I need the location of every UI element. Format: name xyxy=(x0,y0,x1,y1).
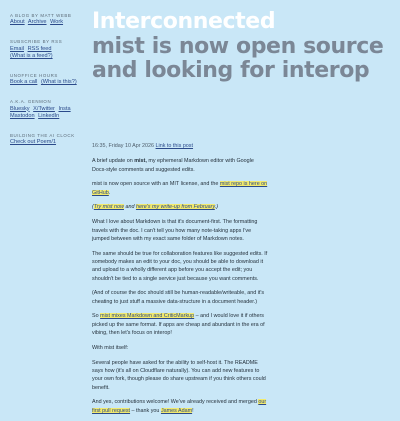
p10-text-b: – thank you xyxy=(130,407,161,414)
criticmarkup-link[interactable]: mist mixes Markdown and CriticMarkup xyxy=(100,313,195,320)
p1-text-a: A brief update on xyxy=(92,158,135,165)
archive-link[interactable]: Archive xyxy=(28,19,47,25)
permalink-link[interactable]: Link to this post xyxy=(156,143,193,149)
p3-text-b: .) xyxy=(214,204,219,211)
post-content: 16:35, Friday 10 Apr 2026 Link to this p… xyxy=(92,142,268,421)
page-title: Interconnected mist is now open source a… xyxy=(92,9,392,84)
p7-text-a: So xyxy=(92,313,101,320)
paragraph-2: mist is now open source with an MIT lice… xyxy=(92,180,268,197)
sidebar-blog-heading: A blog by Matt Webb xyxy=(10,13,72,18)
sidebar-office-heading: Unoffice hours xyxy=(10,73,58,79)
what-is-feed-link[interactable]: (What is a feed?) xyxy=(10,53,53,59)
bluesky-link[interactable]: Bluesky xyxy=(10,106,30,112)
sidebar-aka-section: A.K.A. genmon Bluesky X/Twitter Insta Ma… xyxy=(10,98,86,120)
paragraph-9: Several people have asked for the abilit… xyxy=(92,359,266,391)
twitter-link[interactable]: X/Twitter xyxy=(33,106,55,112)
sidebar-blog-section: A blog by Matt Webb About Archive Work xyxy=(10,12,86,26)
p2-text-a: mist is now open source with an MIT lice… xyxy=(92,181,220,188)
p2-text-b: . xyxy=(108,189,111,196)
james-adam-link[interactable]: James Adam xyxy=(160,407,193,414)
paragraph-6: (And of course the doc should still be h… xyxy=(92,290,265,305)
sidebar: A blog by Matt Webb About Archive Work S… xyxy=(10,12,86,158)
site-title[interactable]: Interconnected xyxy=(92,9,392,35)
sidebar-clock-section: Building the AI clock Check out Poem/1 xyxy=(10,132,86,146)
sidebar-aka-heading: A.K.A. genmon xyxy=(10,99,52,105)
post-title: mist is now open source and looking for … xyxy=(92,33,384,83)
writeup-link[interactable]: here's my write-up from February xyxy=(135,204,215,211)
paragraph-5: The same should be true for collaboratio… xyxy=(92,250,268,282)
paragraph-8: With mist itself: xyxy=(92,344,129,351)
rss-feed-link[interactable]: RSS feed xyxy=(28,46,52,52)
sidebar-clock-heading: Building the AI clock xyxy=(10,133,75,139)
about-link[interactable]: About xyxy=(10,19,25,25)
p10-text-a: And yes, contributions welcome! We've al… xyxy=(92,399,259,406)
work-link[interactable]: Work xyxy=(50,19,63,25)
p10-text-c: ! xyxy=(192,407,194,414)
paragraph-3: (Try mist now and here's my write-up fro… xyxy=(92,203,268,211)
sidebar-subscribe-section: Subscribe by RSS Email RSS feed (What is… xyxy=(10,38,86,60)
post-timestamp: 16:35, Friday 10 Apr 2026 xyxy=(92,143,155,149)
linkedin-link[interactable]: LinkedIn xyxy=(38,113,59,119)
mastodon-link[interactable]: Mastodon xyxy=(10,113,35,119)
book-call-link[interactable]: Book a call xyxy=(10,79,37,85)
paragraph-1: A brief update on mist, my ephemeral Mar… xyxy=(92,157,268,174)
poem-link[interactable]: Check out Poem/1 xyxy=(10,139,56,145)
paragraph-7: So mist mixes Markdown and CriticMarkup … xyxy=(92,312,268,337)
email-link[interactable]: Email xyxy=(10,46,24,52)
p3-and: and xyxy=(123,204,136,211)
try-mist-link[interactable]: Try mist now xyxy=(93,204,124,211)
sidebar-office-section: Unoffice hours Book a call (What is this… xyxy=(10,72,86,86)
paragraph-4: What I love about Markdown is that it's … xyxy=(92,219,258,242)
p1-bold: mist, xyxy=(134,158,147,165)
insta-link[interactable]: Insta xyxy=(58,106,70,112)
paragraph-10: And yes, contributions welcome! We've al… xyxy=(92,398,268,415)
what-is-this-link[interactable]: (What is this?) xyxy=(41,79,77,85)
sidebar-subscribe-heading: Subscribe by RSS xyxy=(10,39,63,45)
post-meta: 16:35, Friday 10 Apr 2026 Link to this p… xyxy=(92,142,268,150)
